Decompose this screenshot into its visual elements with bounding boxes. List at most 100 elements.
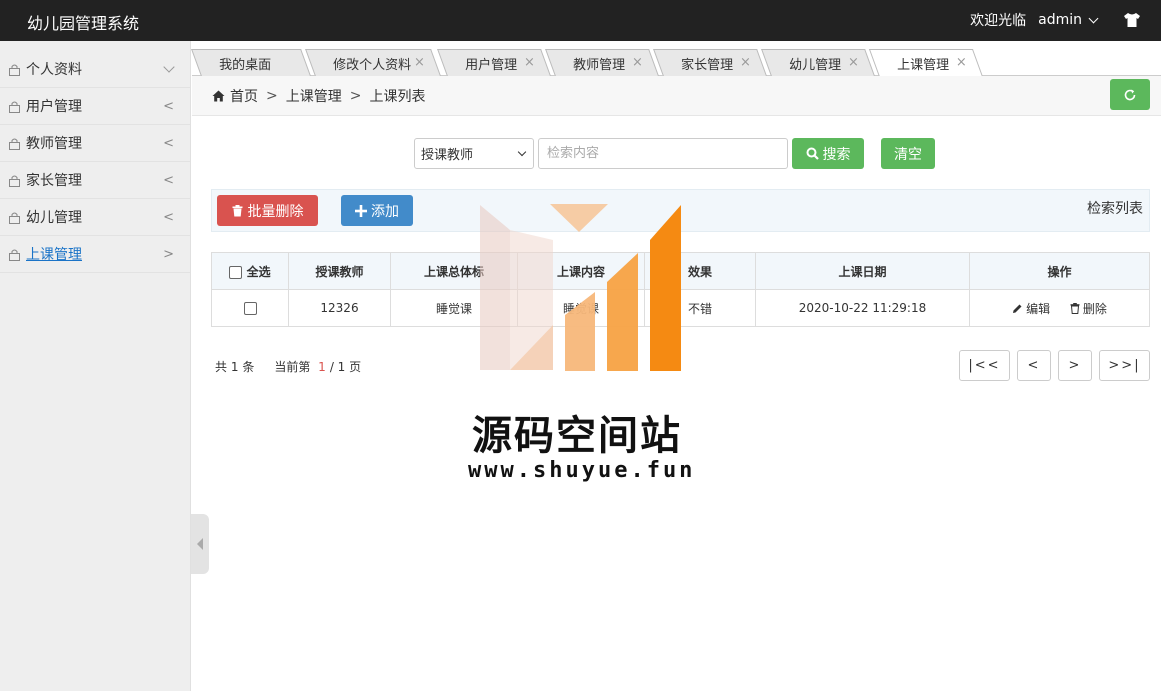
last-page-button[interactable]: >>| [1099,350,1150,381]
close-icon[interactable]: × [524,55,535,70]
sidebar-item-parents[interactable]: 家长管理 < [0,162,190,199]
header-right: 欢迎光临 admin [970,10,1141,30]
delete-link[interactable]: 删除 [1070,300,1107,317]
tab-users[interactable]: 用户管理 × [437,49,551,76]
add-button[interactable]: 添加 [341,195,413,226]
chevron-right-icon: > [163,246,174,262]
sidebar-collapse-handle[interactable] [191,514,209,574]
collapse-left-icon [197,538,203,550]
lock-icon [9,249,20,261]
pager-info: 共 1 条 当前第 1/ 1 页 [215,358,361,375]
chevron-left-icon: < [163,98,174,114]
tab-classes[interactable]: 上课管理 × [868,49,984,77]
total-value: 1 [230,360,239,374]
close-icon[interactable]: × [956,55,967,70]
tab-bar: 我的桌面 修改个人资料 × 用户管理 × 教师管理 × 家长管理 × 幼儿管理 … [191,41,1161,77]
select-all-label: 全选 [246,264,271,279]
app-title: 幼儿园管理系统 [27,14,140,33]
chevron-left-icon: < [163,209,174,225]
search-icon [806,147,819,160]
cell-teacher: 12326 [288,289,391,327]
sidebar-item-label: 个人资料 [26,62,82,78]
delete-label: 删除 [1082,301,1107,316]
row-checkbox[interactable] [243,302,257,315]
close-icon[interactable]: × [740,55,751,70]
tab-teachers[interactable]: 教师管理 × [545,49,659,76]
lock-icon [9,101,20,113]
clear-button[interactable]: 清空 [881,138,935,169]
search-button-label: 搜索 [822,146,851,163]
breadcrumb-level1[interactable]: 上课管理 [286,86,342,106]
batch-delete-button[interactable]: 批量删除 [217,195,318,226]
search-button[interactable]: 搜索 [792,138,864,169]
refresh-icon [1124,89,1136,100]
close-icon[interactable]: × [414,55,425,70]
lock-icon [9,212,20,224]
search-field-select[interactable]: 授课教师 [414,138,534,169]
breadcrumb-separator: > [266,87,278,104]
sidebar-item-label: 上课管理 [26,247,82,263]
watermark-url: www.shuyue.fun [468,458,696,483]
breadcrumb-level2: 上课列表 [369,88,426,105]
column-header: 授课教师 [288,252,391,290]
sidebar-item-children[interactable]: 幼儿管理 < [0,199,190,236]
tab-desktop[interactable]: 我的桌面 [191,49,311,76]
search-list-label: 检索列表 [1087,201,1143,217]
pagination: |<< < > >>| [959,350,1150,381]
search-input[interactable] [538,138,788,169]
home-icon [212,90,225,101]
tab-edit-profile[interactable]: 修改个人资料 × [305,49,441,76]
tab-label: 我的桌面 [219,57,272,73]
chevron-left-icon: < [163,135,174,151]
plus-icon [355,204,367,217]
prev-page-button[interactable]: < [1017,350,1051,381]
breadcrumb-home[interactable]: 首页 [230,86,258,106]
sidebar: 个人资料 用户管理 < 教师管理 < 家长管理 < 幼儿管理 < 上课管理 > [0,41,191,691]
select-value: 授课教师 [421,148,474,163]
search-row: 授课教师 搜索 清空 [414,138,935,169]
user-name: admin [1038,12,1082,28]
watermark-title: 源码空间站 [472,413,682,459]
tab-label: 家长管理 [681,57,734,73]
close-icon[interactable]: × [632,55,643,70]
select-all-header[interactable]: 全选 [211,252,289,290]
tab-label: 教师管理 [573,57,626,73]
sidebar-item-label: 教师管理 [26,136,82,152]
pencil-icon [1013,304,1022,313]
total-pages: / 1 [329,360,346,374]
user-menu[interactable]: admin [1038,12,1101,28]
sidebar-item-classes[interactable]: 上课管理 > [0,236,190,273]
pages-suffix: 页 [349,360,362,374]
tab-parents[interactable]: 家长管理 × [653,49,767,76]
chevron-down-icon [163,61,175,73]
tab-children[interactable]: 幼儿管理 × [761,49,875,76]
total-prefix: 共 [215,360,228,374]
edit-link[interactable]: 编辑 [1012,300,1050,317]
theme-shirt-icon[interactable] [1123,12,1141,28]
total-suffix: 条 [242,360,255,374]
refresh-button[interactable] [1110,79,1150,110]
tab-label: 用户管理 [465,57,518,73]
cell-date: 2020-10-22 11:29:18 [755,289,970,327]
first-page-button[interactable]: |<< [959,350,1010,381]
sidebar-item-users[interactable]: 用户管理 < [0,88,190,125]
current-page-info: 当前第 1/ 1 页 [274,358,361,375]
close-icon[interactable]: × [848,55,859,70]
sidebar-item-label: 幼儿管理 [26,210,82,226]
column-header: 操作 [969,252,1150,290]
chevron-down-icon [1088,13,1099,23]
breadcrumb: 首页 > 上课管理 > 上课列表 [192,76,1161,116]
select-all-checkbox[interactable] [229,265,243,279]
next-page-button[interactable]: > [1058,350,1092,381]
total-count: 共 1 条 [215,358,254,375]
cell-actions: 编辑 删除 [969,289,1150,327]
column-header: 上课日期 [755,252,970,290]
current-prefix: 当前第 [274,360,311,374]
current-page: 1 [318,360,326,374]
sidebar-item-profile[interactable]: 个人资料 [0,41,190,88]
chevron-down-icon [517,147,527,157]
sidebar-item-teachers[interactable]: 教师管理 < [0,125,190,162]
trash-icon [232,204,242,216]
welcome-text: 欢迎光临 [970,13,1027,29]
row-select-cell [211,289,289,327]
